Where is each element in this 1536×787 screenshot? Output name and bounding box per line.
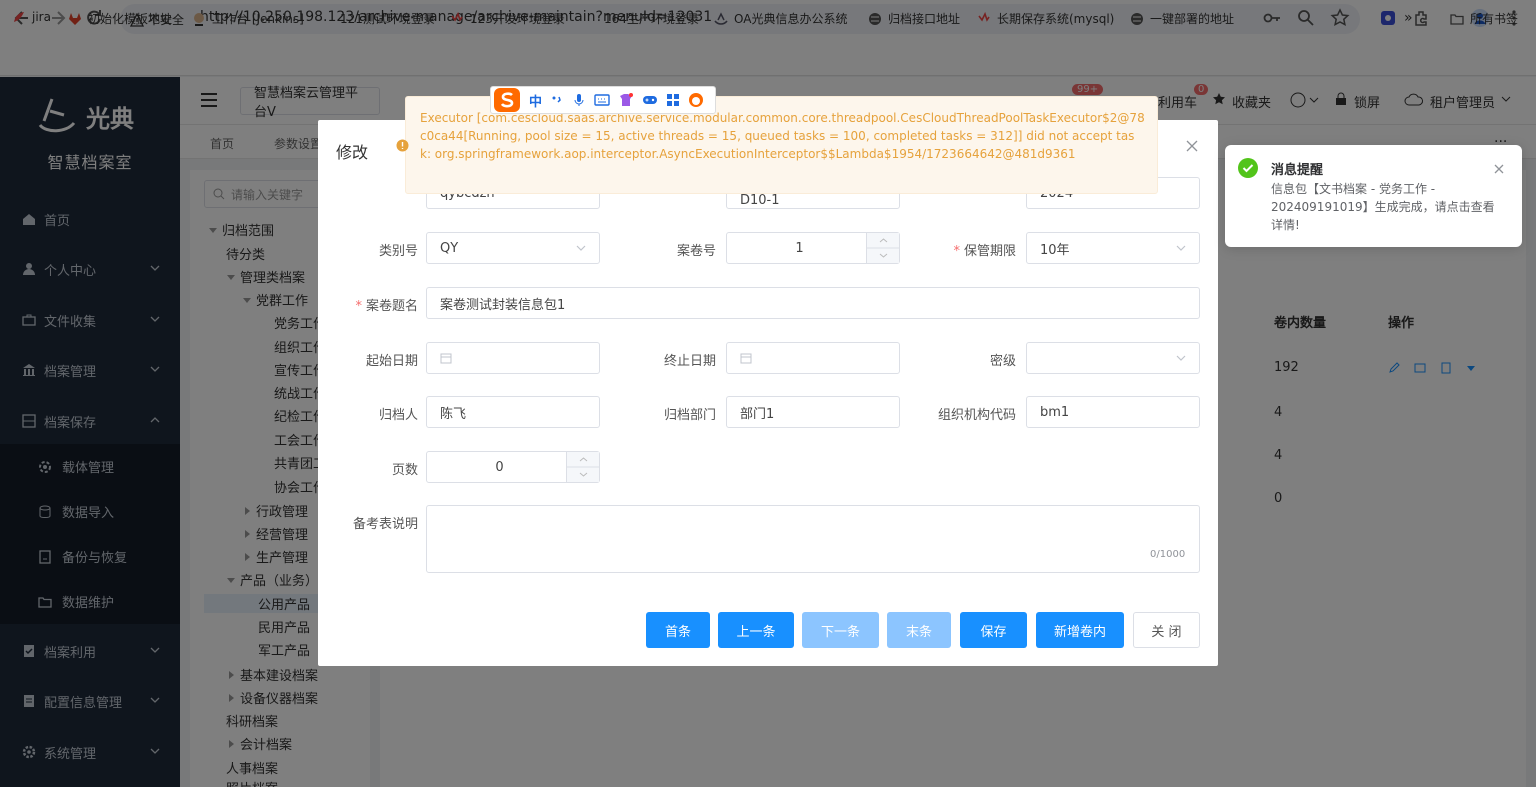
notification-body[interactable]: 信息包【文书档案 - 党务工作 - 202409191019】生成完成，请点击查… xyxy=(1271,180,1503,234)
calendar-icon xyxy=(440,352,452,364)
first-record-button[interactable]: 首条 xyxy=(646,612,710,648)
dept-label: 归档部门 xyxy=(663,408,716,423)
keyboard-icon[interactable] xyxy=(594,93,610,107)
chevron-down-icon xyxy=(576,243,586,253)
notification[interactable]: 消息提醒 信息包【文书档案 - 党务工作 - 202409191019】生成完成… xyxy=(1225,145,1522,247)
category-select[interactable]: QY xyxy=(426,232,600,264)
last-record-button[interactable]: 末条 xyxy=(887,612,951,648)
prev-record-button[interactable]: 上一条 xyxy=(718,612,794,648)
start-date-input[interactable] xyxy=(426,342,600,374)
gamepad-icon[interactable] xyxy=(642,93,658,107)
org-code-input[interactable]: bm1 xyxy=(1026,396,1200,428)
dialog-title: 修改 xyxy=(336,143,369,162)
chevron-down-icon xyxy=(1176,353,1186,363)
close-button[interactable]: 关 闭 xyxy=(1133,612,1200,648)
retention-label-text: 保管期限 xyxy=(963,244,1016,259)
close-icon[interactable] xyxy=(1186,140,1198,152)
ime-mode[interactable]: 中 xyxy=(529,91,542,110)
calendar-icon xyxy=(740,352,752,364)
chevron-down-icon xyxy=(1176,243,1186,253)
retention-select[interactable]: 10年 xyxy=(1026,232,1200,264)
title-label-text: 案卷题名 xyxy=(365,299,418,314)
mascot-icon[interactable] xyxy=(688,92,704,108)
pages-label: 页数 xyxy=(391,463,418,478)
microphone-icon[interactable] xyxy=(572,93,586,107)
close-icon[interactable] xyxy=(1494,164,1504,174)
title-label: * 案卷题名 xyxy=(355,299,418,314)
start-date-label: 起始日期 xyxy=(365,354,418,369)
success-check-icon xyxy=(1238,158,1258,178)
warning-circle-icon xyxy=(396,139,409,152)
edit-dialog: 修改 qybcdzh qybcdzh-QY-2024-D10-1 2024 类别… xyxy=(318,120,1218,666)
pages-value: 0 xyxy=(495,459,504,475)
punctuation-icon[interactable] xyxy=(550,93,564,107)
end-date-input[interactable] xyxy=(726,342,900,374)
dept-input[interactable]: 部门1 xyxy=(726,396,900,428)
stepper-arrows-icon xyxy=(867,238,900,258)
retention-value: 10年 xyxy=(1040,242,1070,258)
org-code-label: 组织机构代码 xyxy=(937,408,1016,423)
archiver-label: 归档人 xyxy=(378,408,418,423)
category-value: QY xyxy=(440,240,459,256)
next-record-button[interactable]: 下一条 xyxy=(802,612,879,648)
error-text: Executor [com.cescloud.saas.archive.serv… xyxy=(420,111,1145,161)
remark-textarea[interactable] xyxy=(426,505,1200,573)
ime-toolbar: 中 xyxy=(490,86,716,114)
sogou-logo-icon[interactable] xyxy=(493,87,521,113)
volume-no-stepper[interactable] xyxy=(866,233,900,263)
volume-no-label: 案卷号 xyxy=(676,244,716,259)
notification-title: 消息提醒 xyxy=(1271,163,1324,178)
stepper-arrows-icon xyxy=(567,457,600,477)
archiver-input[interactable]: 陈飞 xyxy=(426,396,600,428)
pages-stepper[interactable] xyxy=(566,452,600,482)
secret-select[interactable] xyxy=(1026,342,1200,374)
title-input[interactable]: 案卷测试封装信息包1 xyxy=(426,287,1200,319)
end-date-label: 终止日期 xyxy=(663,354,716,369)
category-label: 类别号 xyxy=(378,244,418,259)
remark-label: 备考表说明 xyxy=(352,517,418,532)
save-button[interactable]: 保存 xyxy=(960,612,1027,648)
retention-label: * 保管期限 xyxy=(953,244,1016,259)
grid-icon[interactable] xyxy=(666,93,680,107)
add-volume-item-button[interactable]: 新增卷内 xyxy=(1036,612,1124,648)
secret-label: 密级 xyxy=(989,354,1016,369)
volume-no-value: 1 xyxy=(795,240,804,256)
skin-icon[interactable] xyxy=(618,93,634,107)
remark-counter: 0/1000 xyxy=(1150,549,1186,560)
